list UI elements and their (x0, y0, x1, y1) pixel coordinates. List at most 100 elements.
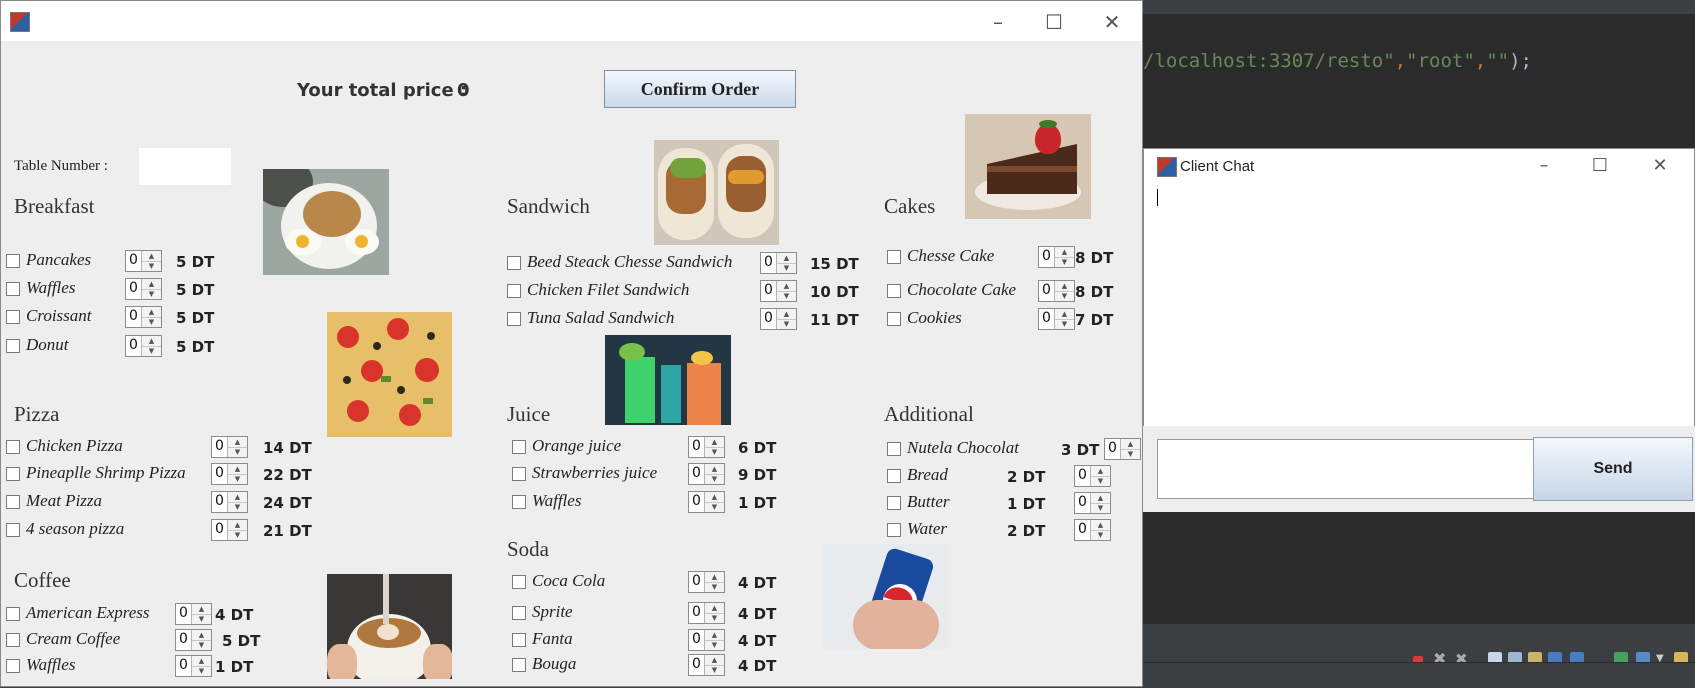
close-icon[interactable]: ✕ (1640, 151, 1680, 181)
quantity-spinner[interactable]: 0 ▲ ▼ (688, 602, 725, 624)
quantity-spinner[interactable]: 0 ▲ ▼ (175, 655, 212, 677)
spinner-down-icon[interactable]: ▼ (705, 582, 724, 592)
close-icon[interactable]: ✕ (1091, 7, 1133, 37)
quantity-spinner[interactable]: 0 ▲ ▼ (211, 491, 248, 513)
item-checkbox[interactable] (6, 607, 20, 621)
send-button[interactable]: Send (1533, 437, 1693, 501)
item-checkbox[interactable] (887, 523, 901, 537)
spinner-down-icon[interactable]: ▼ (705, 665, 724, 675)
maximize-icon[interactable]: ☐ (1033, 7, 1075, 37)
quantity-spinner[interactable]: 0 ▲ ▼ (1074, 519, 1111, 541)
quantity-spinner[interactable]: 0 ▲ ▼ (125, 250, 162, 272)
item-checkbox[interactable] (512, 440, 526, 454)
item-checkbox[interactable] (887, 469, 901, 483)
spinner-down-icon[interactable]: ▼ (142, 289, 161, 299)
maximize-icon[interactable]: ☐ (1580, 151, 1620, 181)
item-checkbox[interactable] (887, 496, 901, 510)
item-checkbox[interactable] (512, 658, 526, 672)
spinner-down-icon[interactable]: ▼ (228, 447, 247, 457)
spinner-down-icon[interactable]: ▼ (705, 640, 724, 650)
spinner-down-icon[interactable]: ▼ (777, 291, 796, 301)
chat-message-input[interactable] (1157, 439, 1535, 499)
spinner-down-icon[interactable]: ▼ (1055, 257, 1074, 267)
spinner-down-icon[interactable]: ▼ (142, 317, 161, 327)
quantity-spinner[interactable]: 0 ▲ ▼ (1038, 280, 1075, 302)
item-checkbox[interactable] (512, 467, 526, 481)
app-icon (1157, 157, 1177, 177)
quantity-spinner[interactable]: 0 ▲ ▼ (175, 603, 212, 625)
spinner-down-icon[interactable]: ▼ (777, 263, 796, 273)
item-checkbox[interactable] (6, 440, 20, 454)
item-checkbox[interactable] (6, 633, 20, 647)
spinner-down-icon[interactable]: ▼ (777, 319, 796, 329)
item-checkbox[interactable] (507, 284, 521, 298)
quantity-spinner[interactable]: 0 ▲ ▼ (688, 571, 725, 593)
item-checkbox[interactable] (507, 256, 521, 270)
confirm-order-button[interactable]: Confirm Order (604, 70, 796, 108)
chat-messages-area[interactable] (1144, 185, 1694, 425)
quantity-spinner[interactable]: 0 ▲ ▼ (688, 436, 725, 458)
quantity-spinner[interactable]: 0 ▲ ▼ (125, 335, 162, 357)
spinner-down-icon[interactable]: ▼ (705, 502, 724, 512)
spinner-down-icon[interactable]: ▼ (1055, 291, 1074, 301)
item-checkbox[interactable] (6, 523, 20, 537)
quantity-spinner[interactable]: 0 ▲ ▼ (760, 308, 797, 330)
item-checkbox[interactable] (6, 282, 20, 296)
spinner-down-icon[interactable]: ▼ (142, 261, 161, 271)
item-checkbox[interactable] (6, 467, 20, 481)
item-checkbox[interactable] (6, 310, 20, 324)
cake-image (965, 114, 1091, 219)
quantity-value: 0 (764, 310, 773, 326)
spinner-down-icon[interactable]: ▼ (705, 613, 724, 623)
spinner-down-icon[interactable]: ▼ (1091, 476, 1110, 486)
quantity-spinner[interactable]: 0 ▲ ▼ (1038, 246, 1075, 268)
quantity-spinner[interactable]: 0 ▲ ▼ (688, 654, 725, 676)
quantity-spinner[interactable]: 0 ▲ ▼ (1074, 465, 1111, 487)
minimize-icon[interactable]: – (977, 7, 1019, 37)
spinner-down-icon[interactable]: ▼ (1091, 530, 1110, 540)
item-checkbox[interactable] (6, 339, 20, 353)
quantity-spinner[interactable]: 0 ▲ ▼ (1104, 438, 1141, 460)
spinner-down-icon[interactable]: ▼ (228, 530, 247, 540)
quantity-spinner[interactable]: 0 ▲ ▼ (1038, 308, 1075, 330)
quantity-spinner[interactable]: 0 ▲ ▼ (211, 463, 248, 485)
spinner-down-icon[interactable]: ▼ (705, 474, 724, 484)
item-checkbox[interactable] (6, 659, 20, 673)
quantity-spinner[interactable]: 0 ▲ ▼ (688, 463, 725, 485)
spinner-down-icon[interactable]: ▼ (228, 502, 247, 512)
spinner-down-icon[interactable]: ▼ (1121, 449, 1140, 459)
spinner-down-icon[interactable]: ▼ (192, 640, 211, 650)
item-checkbox[interactable] (6, 495, 20, 509)
quantity-spinner[interactable]: 0 ▲ ▼ (125, 278, 162, 300)
item-checkbox[interactable] (887, 442, 901, 456)
item-checkbox[interactable] (507, 312, 521, 326)
item-checkbox[interactable] (6, 254, 20, 268)
item-checkbox[interactable] (512, 633, 526, 647)
quantity-spinner[interactable]: 0 ▲ ▼ (688, 491, 725, 513)
item-checkbox[interactable] (887, 284, 901, 298)
spinner-down-icon[interactable]: ▼ (142, 346, 161, 356)
item-checkbox[interactable] (887, 312, 901, 326)
spinner-down-icon[interactable]: ▼ (228, 474, 247, 484)
spinner-down-icon[interactable]: ▼ (192, 614, 211, 624)
spinner-down-icon[interactable]: ▼ (1055, 319, 1074, 329)
quantity-spinner[interactable]: 0 ▲ ▼ (688, 629, 725, 651)
quantity-spinner[interactable]: 0 ▲ ▼ (1074, 492, 1111, 514)
spinner-down-icon[interactable]: ▼ (705, 447, 724, 457)
spinner-arrows: ▲ ▼ (1090, 493, 1110, 513)
quantity-spinner[interactable]: 0 ▲ ▼ (175, 629, 212, 651)
spinner-arrows: ▲ ▼ (227, 464, 247, 484)
item-checkbox[interactable] (512, 575, 526, 589)
quantity-spinner[interactable]: 0 ▲ ▼ (760, 280, 797, 302)
table-number-input[interactable] (139, 148, 231, 185)
quantity-spinner[interactable]: 0 ▲ ▼ (211, 519, 248, 541)
item-checkbox[interactable] (887, 250, 901, 264)
quantity-spinner[interactable]: 0 ▲ ▼ (211, 436, 248, 458)
spinner-down-icon[interactable]: ▼ (192, 666, 211, 676)
quantity-spinner[interactable]: 0 ▲ ▼ (125, 306, 162, 328)
quantity-spinner[interactable]: 0 ▲ ▼ (760, 252, 797, 274)
minimize-icon[interactable]: – (1524, 151, 1564, 181)
item-checkbox[interactable] (512, 606, 526, 620)
item-checkbox[interactable] (512, 495, 526, 509)
spinner-down-icon[interactable]: ▼ (1091, 503, 1110, 513)
